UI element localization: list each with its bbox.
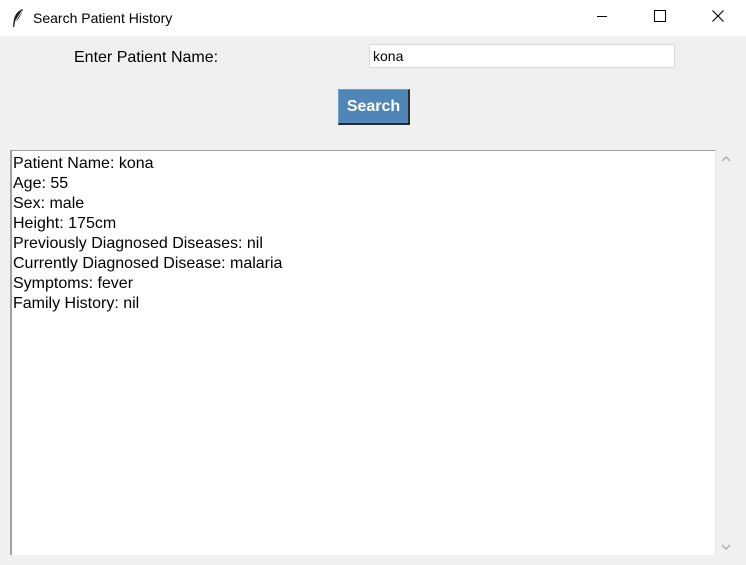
window-title: Search Patient History — [33, 10, 173, 26]
result-line: Previously Diagnosed Diseases: nil — [13, 235, 263, 252]
vertical-scrollbar[interactable] — [716, 150, 736, 555]
patient-history-text-area[interactable]: Patient Name: kona Age: 55 Sex: male Hei… — [10, 150, 716, 555]
maximize-button[interactable] — [631, 0, 689, 36]
result-line: Height: 175cm — [13, 215, 117, 232]
patient-name-label: Enter Patient Name: — [74, 49, 219, 66]
result-line: Sex: male — [13, 195, 85, 212]
result-line: Symptoms: fever — [13, 275, 134, 292]
title-bar[interactable]: Search Patient History — [0, 0, 746, 36]
search-button[interactable]: Search — [338, 89, 410, 125]
result-line: Age: 55 — [13, 175, 69, 192]
app-window: Search Patient History Enter Patient Nam… — [0, 0, 746, 565]
scroll-down-arrow-icon[interactable] — [716, 538, 736, 555]
close-icon — [712, 9, 724, 27]
result-line: Patient Name: kona — [13, 155, 154, 172]
close-button[interactable] — [689, 0, 746, 36]
result-line: Family History: nil — [13, 295, 140, 312]
patient-name-input[interactable] — [369, 44, 675, 68]
maximize-icon — [654, 9, 666, 27]
feather-icon — [10, 8, 26, 28]
minimize-button[interactable] — [573, 0, 631, 36]
scroll-up-arrow-icon[interactable] — [716, 150, 736, 167]
minimize-icon — [596, 9, 608, 27]
result-line: Currently Diagnosed Disease: malaria — [13, 255, 283, 272]
